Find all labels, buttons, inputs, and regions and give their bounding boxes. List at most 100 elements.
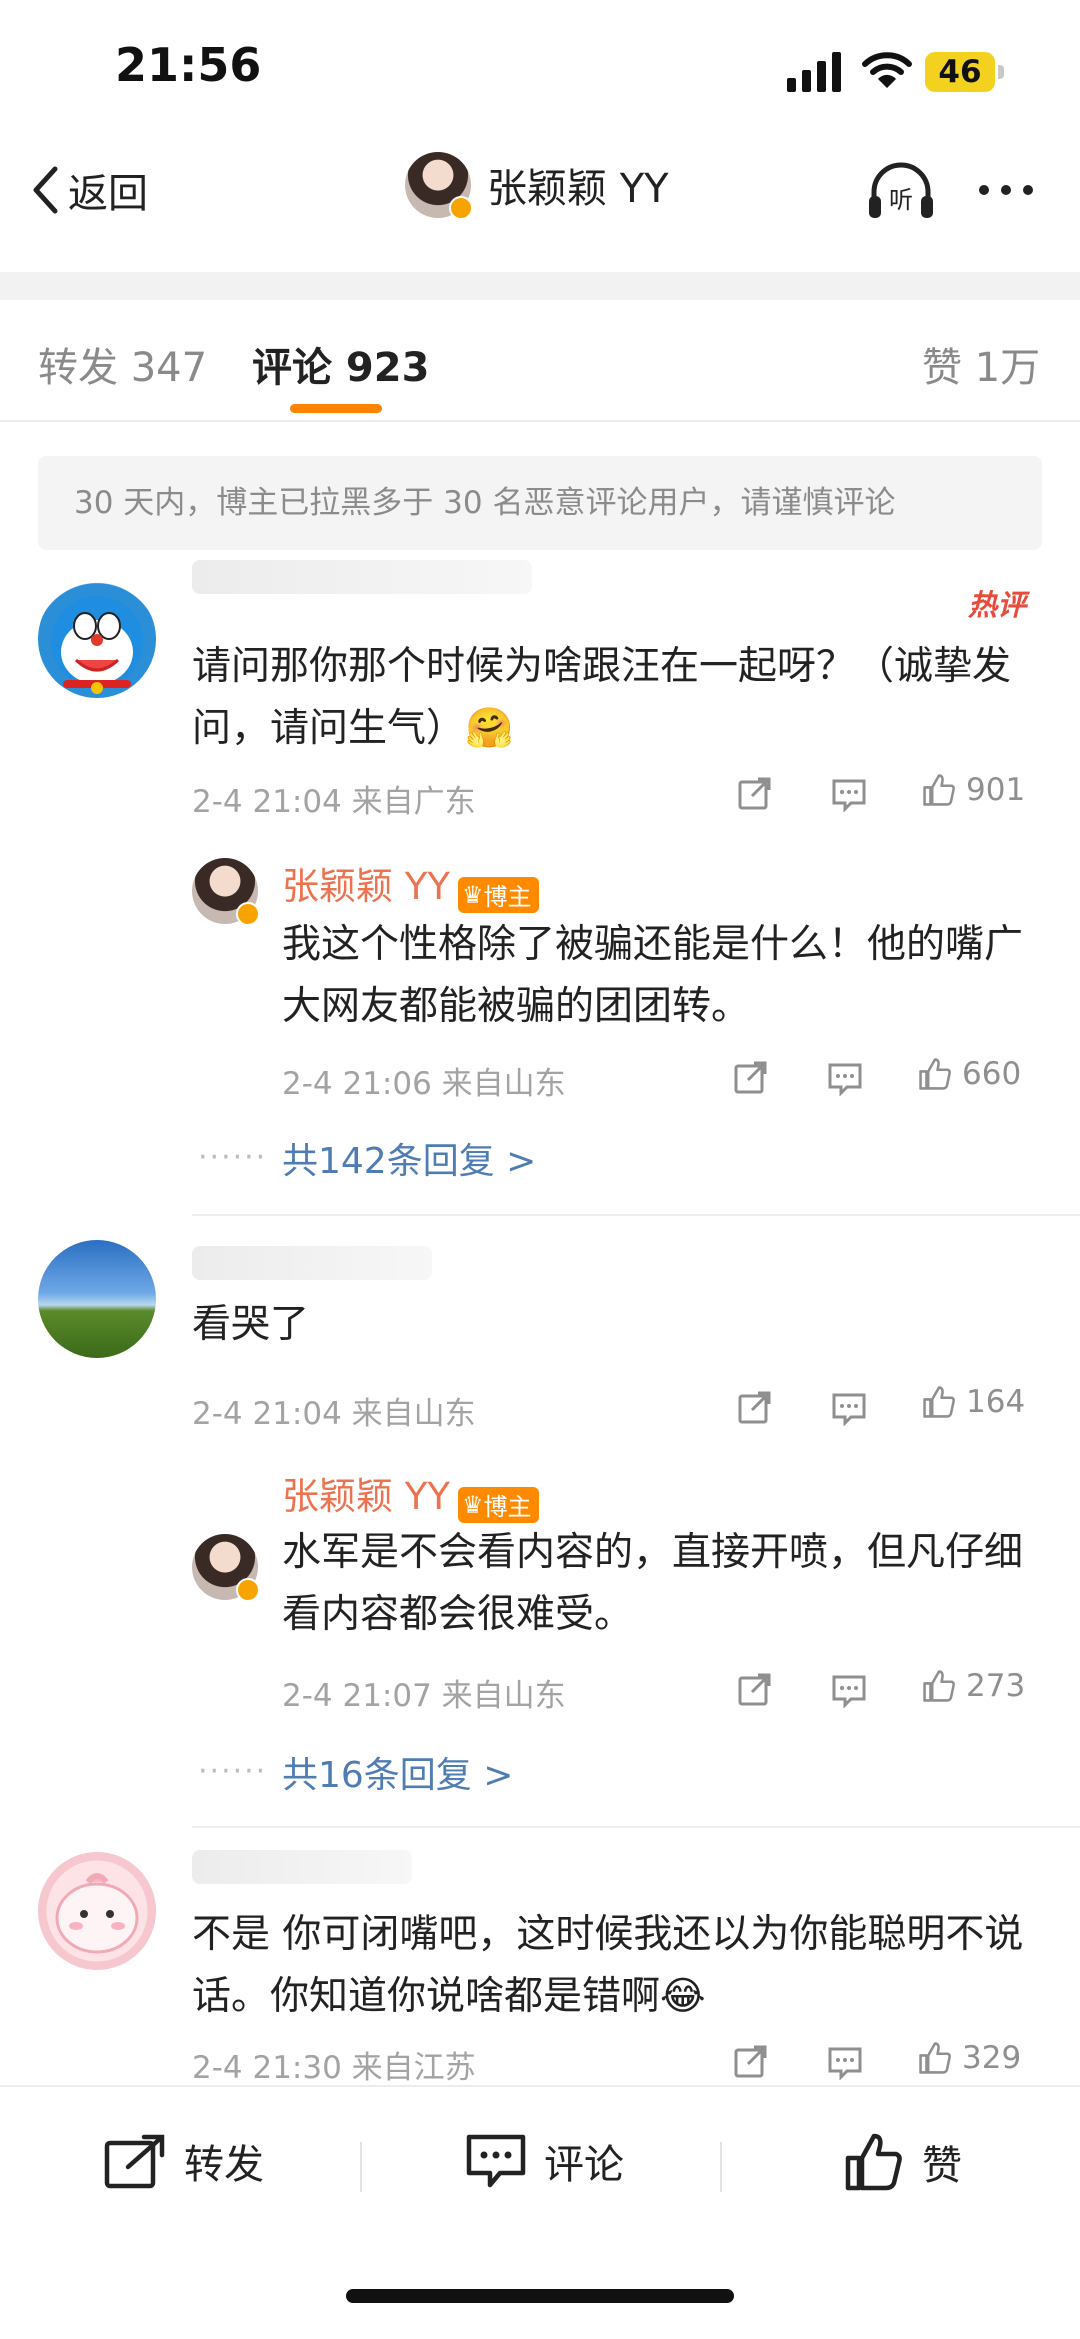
reply-avatar[interactable] [192, 1534, 260, 1602]
comment-text: 请问那你那个时候为啥跟汪在一起呀？（诚挚发问，请问生气）🤗 [192, 636, 1032, 760]
emoji: 😂 [660, 1974, 706, 2019]
host-badge-label: 博主 [483, 883, 532, 911]
repost-icon[interactable] [734, 2044, 768, 2078]
bottom-comment-button[interactable]: 评论 [466, 2132, 624, 2190]
listen-icon[interactable]: 听 [866, 160, 936, 222]
comment-meta: 2-4 21:04 来自广东 [192, 784, 476, 820]
like-count: 660 [962, 1056, 1022, 1092]
reply-header: 张颖颖 YY ♛ 博主 [282, 1466, 540, 1523]
comment-icon[interactable] [832, 778, 866, 812]
commenter-avatar[interactable] [38, 580, 156, 698]
like-count: 164 [966, 1384, 1026, 1420]
repost-icon [104, 2134, 165, 2189]
svg-text:听: 听 [889, 186, 913, 214]
reply-text: 我这个性格除了被骗还能是什么！他的嘴广大网友都能被骗的团团转。 [282, 922, 1024, 1029]
host-badge-label: 博主 [483, 1493, 532, 1521]
crown-icon: ♛ [461, 880, 484, 909]
header-user-name: 张颖颖 YY [487, 166, 669, 212]
host-badge: ♛ 博主 [457, 1486, 540, 1523]
more-replies-link[interactable]: 共142条回复 > [282, 1132, 536, 1184]
like-count: 901 [966, 772, 1026, 808]
home-indicator[interactable] [346, 2289, 734, 2303]
reply-author[interactable]: 张颖颖 YY [282, 1475, 450, 1518]
emoji: 🤗 [465, 706, 514, 751]
comment-icon[interactable] [832, 1392, 866, 1426]
crown-icon: ♛ [461, 1490, 484, 1519]
status-time: 21:56 [115, 38, 262, 92]
thumbs-up-icon [919, 1058, 951, 1090]
pink-character-avatar-icon [55, 1873, 139, 1954]
reply-meta: 2-4 21:07 来自山东 [282, 1678, 566, 1714]
divider [0, 272, 1080, 300]
repost-icon[interactable] [738, 1672, 772, 1706]
reply-text: 水军是不会看内容的，直接开喷，但凡仔细看内容都会很难受。 [282, 1530, 1024, 1637]
verified-badge-icon [236, 902, 260, 926]
comment-icon[interactable] [828, 1062, 862, 1096]
more-icon[interactable] [976, 176, 1036, 204]
back-button[interactable]: 返回 [30, 160, 148, 220]
repost-icon[interactable] [738, 776, 772, 810]
verified-badge-icon [236, 1578, 260, 1602]
divider [192, 1826, 1080, 1828]
active-tab-indicator [290, 404, 382, 413]
comment-text: 看哭了 [192, 1302, 310, 1347]
bottom-comment-label: 评论 [544, 2142, 624, 2188]
more-replies-link[interactable]: 共16条回复 > [282, 1746, 513, 1798]
comment-icon[interactable] [832, 1674, 866, 1708]
like-action[interactable]: 329 [918, 2040, 1021, 2076]
back-label: 返回 [68, 171, 148, 217]
bottom-like-button[interactable]: 赞 [844, 2132, 962, 2192]
like-action[interactable]: 901 [922, 772, 1025, 808]
signal-icon [787, 52, 841, 92]
doraemon-avatar-icon [51, 596, 143, 694]
dots-icon: ······ [198, 1140, 268, 1175]
thumbs-up-icon [923, 774, 955, 806]
like-action[interactable]: 164 [922, 1384, 1025, 1420]
comment-meta: 2-4 21:30 来自江苏 [192, 2050, 476, 2086]
thumbs-up-icon [923, 1386, 955, 1418]
battery-level: 46 [938, 54, 982, 90]
divider [360, 2142, 362, 2192]
comment-text: 不是 你可闭嘴吧，这时候我还以为你能聪明不说话。你知道你说啥都是错啊😂 [192, 1904, 1032, 2028]
like-action[interactable]: 273 [922, 1668, 1025, 1704]
dots-icon: ······ [198, 1754, 268, 1789]
reply-meta: 2-4 21:06 来自山东 [282, 1066, 566, 1102]
comment-meta: 2-4 21:04 来自山东 [192, 1396, 476, 1432]
comment-notice: 30 天内，博主已拉黑多于 30 名恶意评论用户，请谨慎评论 [38, 456, 1042, 550]
bottom-like-label: 赞 [922, 2143, 962, 2189]
repost-icon[interactable] [734, 1060, 768, 1094]
divider [192, 1214, 1080, 1216]
repost-icon[interactable] [738, 1390, 772, 1424]
commenter-avatar[interactable] [38, 1852, 156, 1970]
comment-icon [466, 2134, 526, 2188]
comment-body: 不是 你可闭嘴吧，这时候我还以为你能聪明不说话。你知道你说啥都是错啊 [192, 1912, 1024, 2019]
tab-comment[interactable]: 评论 923 [252, 335, 429, 393]
comment-icon[interactable] [828, 2046, 862, 2080]
verified-badge-icon [449, 196, 473, 220]
thumbs-up-icon [923, 1670, 955, 1702]
commenter-name[interactable] [192, 1850, 412, 1884]
thumbs-up-icon [845, 2133, 902, 2191]
user-avatar [405, 152, 473, 220]
reply-author[interactable]: 张颖颖 YY [282, 865, 450, 908]
tab-repost[interactable]: 转发 347 [38, 335, 207, 393]
battery-indicator: 46 [925, 52, 1007, 92]
chevron-left-icon [33, 166, 58, 214]
hot-comment-badge: 热评 [968, 588, 1027, 622]
host-badge: ♛ 博主 [457, 876, 540, 913]
reply-header: 张颖颖 YY ♛ 博主 [282, 856, 540, 913]
bottom-repost-label: 转发 [184, 2142, 264, 2188]
commenter-name[interactable] [192, 560, 532, 594]
divider [0, 420, 1080, 422]
like-action[interactable]: 660 [918, 1056, 1021, 1092]
header-user[interactable]: 张颖颖 YY [405, 152, 669, 220]
thumbs-up-icon [919, 2042, 951, 2074]
like-count: 329 [962, 2040, 1022, 2076]
wifi-icon [862, 52, 912, 88]
reply-avatar[interactable] [192, 858, 260, 926]
commenter-avatar[interactable] [38, 1240, 156, 1358]
comment-body: 请问那你那个时候为啥跟汪在一起呀？（诚挚发问，请问生气） [192, 644, 1012, 751]
bottom-repost-button[interactable]: 转发 [104, 2132, 264, 2190]
tab-like[interactable]: 赞 1万 [922, 335, 1040, 393]
commenter-name[interactable] [192, 1246, 432, 1280]
